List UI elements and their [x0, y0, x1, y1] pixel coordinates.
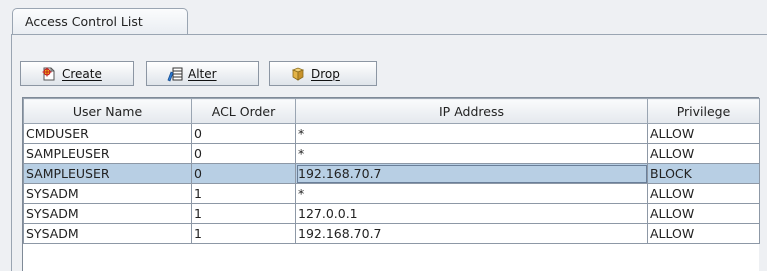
create-button[interactable]: Create [20, 61, 134, 86]
edit-table-icon [167, 66, 183, 82]
table-row[interactable]: SYSADM 1 127.0.0.1 ALLOW [23, 203, 760, 224]
drop-label: Drop [311, 66, 340, 81]
cell-acl-order[interactable]: 1 [191, 183, 296, 204]
table-row-selected[interactable]: SAMPLEUSER 0 192.168.70.7 BLOCK [23, 163, 760, 184]
cell-ip-address[interactable]: 192.168.70.7 [295, 163, 648, 184]
cell-ip-address[interactable]: 127.0.0.1 [295, 203, 648, 224]
cell-acl-order[interactable]: 0 [191, 163, 296, 184]
cell-user-name[interactable]: SYSADM [23, 223, 192, 244]
cell-acl-order[interactable]: 0 [191, 143, 296, 164]
cell-acl-order[interactable]: 1 [191, 203, 296, 224]
cell-acl-order[interactable]: 1 [191, 223, 296, 244]
drop-button[interactable]: Drop [269, 61, 377, 86]
cell-user-name[interactable]: SYSADM [23, 183, 192, 204]
cell-user-name[interactable]: SYSADM [23, 203, 192, 224]
column-header-acl-order[interactable]: ACL Order [191, 98, 296, 124]
create-label: Create [62, 66, 102, 81]
table-row[interactable]: CMDUSER 0 * ALLOW [23, 123, 760, 144]
cell-ip-address[interactable]: 192.168.70.7 [295, 223, 648, 244]
cell-privilege[interactable]: ALLOW [647, 123, 760, 144]
alter-label: Alter [188, 66, 217, 81]
tab-access-control-list[interactable]: Access Control List [12, 8, 188, 35]
table-header-row: User Name ACL Order IP Address Privilege [23, 98, 760, 124]
acl-table: User Name ACL Order IP Address Privilege… [23, 98, 760, 244]
cell-user-name[interactable]: CMDUSER [23, 123, 192, 144]
table-row[interactable]: SYSADM 1 * ALLOW [23, 183, 760, 204]
acl-table-container: User Name ACL Order IP Address Privilege… [22, 97, 760, 271]
column-header-ip-address[interactable]: IP Address [295, 98, 648, 124]
column-header-privilege[interactable]: Privilege [647, 98, 760, 124]
column-header-user-name[interactable]: User Name [23, 98, 192, 124]
cell-privilege[interactable]: ALLOW [647, 183, 760, 204]
tab-strip: Access Control List [0, 0, 767, 35]
cell-ip-address[interactable]: * [295, 123, 648, 144]
alter-button[interactable]: Alter [146, 61, 259, 86]
cell-privilege[interactable]: ALLOW [647, 203, 760, 224]
drop-bin-icon [290, 66, 306, 82]
cell-user-name[interactable]: SAMPLEUSER [23, 163, 192, 184]
cell-privilege[interactable]: BLOCK [647, 163, 760, 184]
cell-privilege[interactable]: ALLOW [647, 223, 760, 244]
cell-user-name[interactable]: SAMPLEUSER [23, 143, 192, 164]
cell-privilege[interactable]: ALLOW [647, 143, 760, 164]
tab-label: Access Control List [25, 14, 143, 29]
table-row[interactable]: SYSADM 1 192.168.70.7 ALLOW [23, 223, 760, 244]
cell-acl-order[interactable]: 0 [191, 123, 296, 144]
table-row[interactable]: SAMPLEUSER 0 * ALLOW [23, 143, 760, 164]
cell-ip-address[interactable]: * [295, 183, 648, 204]
cell-ip-address[interactable]: * [295, 143, 648, 164]
new-document-icon [41, 66, 57, 82]
